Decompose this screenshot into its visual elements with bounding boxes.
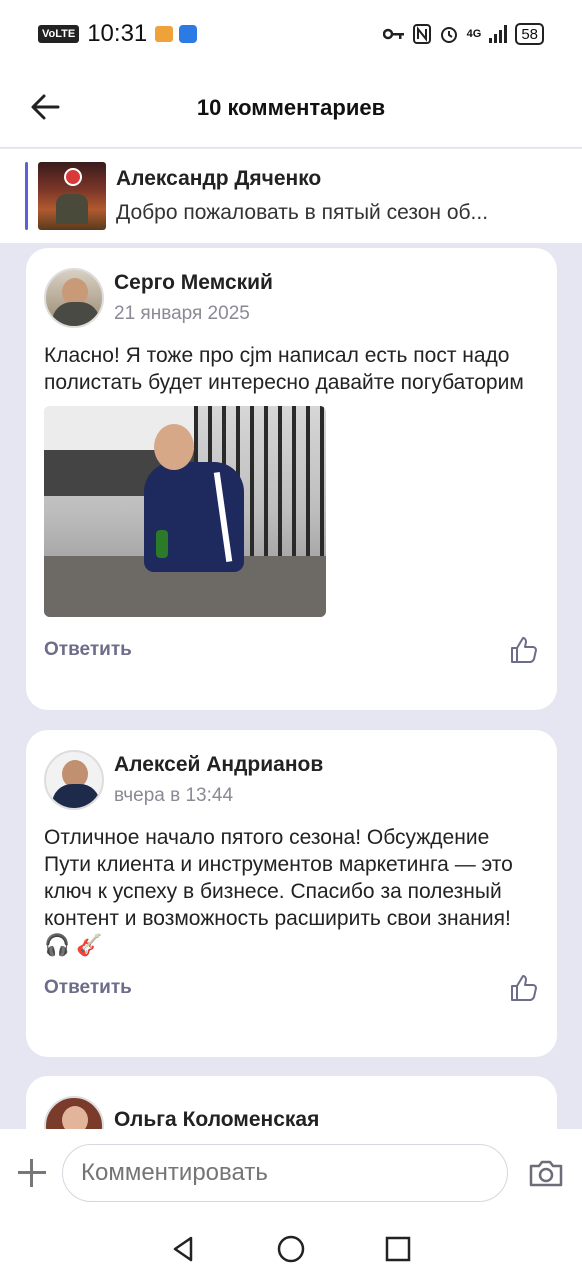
- nav-recents-icon[interactable]: [383, 1234, 413, 1264]
- status-icons: 4G 58: [382, 23, 544, 45]
- camera-icon[interactable]: [528, 1158, 564, 1188]
- key-icon: [382, 28, 404, 40]
- plus-icon[interactable]: [18, 1159, 46, 1187]
- comment-input-bar: [0, 1129, 582, 1217]
- notification-messenger-icon: [179, 25, 198, 43]
- status-time: 10:31: [87, 20, 148, 47]
- reply-button[interactable]: Ответить: [44, 639, 132, 661]
- comment-date: вчера в 13:44: [114, 785, 234, 806]
- comment-author[interactable]: Ольга Коломенская: [114, 1108, 319, 1129]
- comment-author[interactable]: Серго Мемский: [114, 271, 273, 295]
- avatar[interactable]: [44, 750, 104, 810]
- comments-feed[interactable]: Серго Мемский 21 января 2025 Класно! Я т…: [0, 243, 582, 1129]
- post-preview[interactable]: Александр Дяченко Добро пожаловать в пят…: [0, 149, 582, 243]
- back-arrow-icon[interactable]: [28, 90, 62, 124]
- reply-button[interactable]: Ответить: [44, 977, 132, 999]
- notification-app-icon: [155, 26, 174, 42]
- preview-accent-bar: [25, 162, 28, 230]
- post-author: Александр Дяченко: [116, 167, 322, 190]
- nfc-icon: [412, 24, 431, 44]
- status-bar: VoLTE 10:31 4G 58: [0, 0, 582, 68]
- signal-icon: [489, 25, 508, 43]
- comment-card: Алексей Андрианов вчера в 13:44 Отличное…: [26, 730, 557, 1057]
- comment-input[interactable]: [62, 1144, 508, 1202]
- nav-home-icon[interactable]: [276, 1234, 306, 1264]
- avatar[interactable]: [44, 1096, 104, 1129]
- system-nav-bar: [0, 1217, 582, 1280]
- post-snippet: Добро пожаловать в пятый сезон об...: [116, 201, 489, 224]
- comment-text: Отличное начало пятого сезона! Обсуждени…: [44, 826, 513, 957]
- comment-author[interactable]: Алексей Андрианов: [114, 753, 323, 777]
- post-thumbnail: [38, 162, 106, 230]
- volte-indicator: VoLTE: [38, 25, 80, 43]
- alarm-icon: [440, 27, 457, 43]
- comment-date: 21 января 2025: [114, 303, 250, 324]
- app-header: 10 комментариев: [0, 68, 582, 148]
- battery-icon: 58: [515, 23, 544, 45]
- like-icon[interactable]: [509, 635, 539, 665]
- comment-photo[interactable]: [44, 406, 326, 617]
- comment-card: Ольга Коломенская: [26, 1076, 557, 1129]
- network-type: 4G: [466, 28, 482, 40]
- avatar[interactable]: [44, 268, 104, 328]
- comment-text: Класно! Я тоже про cjm написал есть пост…: [44, 344, 524, 394]
- page-title: 10 комментариев: [196, 94, 386, 120]
- nav-back-icon[interactable]: [169, 1234, 199, 1264]
- like-icon[interactable]: [509, 973, 539, 1003]
- comment-card: Серго Мемский 21 января 2025 Класно! Я т…: [26, 248, 557, 710]
